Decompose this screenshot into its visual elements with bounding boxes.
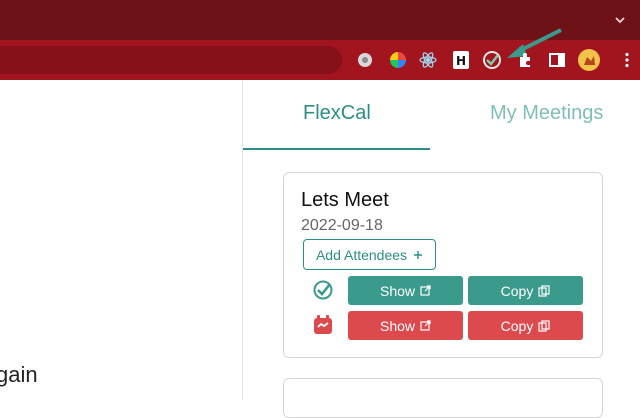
copy-label: Copy	[500, 282, 534, 299]
meeting-title: Lets Meet	[301, 189, 389, 211]
chevron-down-icon[interactable]	[612, 12, 628, 28]
meeting-date: 2022-09-18	[301, 217, 383, 234]
copy-calendar-button[interactable]: Copy	[468, 311, 583, 340]
show-calendar-button[interactable]: Show	[348, 311, 463, 340]
tab-flexcal[interactable]: FlexCal	[303, 102, 371, 125]
tab-my-meetings[interactable]: My Meetings	[490, 102, 603, 125]
copy-label: Copy	[500, 317, 534, 334]
active-tab-indicator	[243, 148, 430, 150]
add-attendees-label: Add Attendees	[315, 246, 408, 263]
flexcal-check-icon[interactable]	[482, 50, 502, 70]
meeting-card: Lets Meet 2022-09-18 Add Attendees Show …	[283, 172, 603, 358]
copy-flexcal-button[interactable]: Copy	[468, 276, 583, 305]
partial-left-text: gain	[0, 362, 38, 387]
calendar-handshake-icon	[312, 314, 334, 336]
show-label: Show	[379, 282, 416, 299]
meeting-card-partial	[283, 378, 603, 418]
more-menu-icon[interactable]	[624, 52, 630, 68]
address-bar[interactable]	[0, 46, 342, 74]
show-flexcal-button[interactable]: Show	[348, 276, 463, 305]
copy-icon	[538, 284, 550, 297]
generic-extension-icon[interactable]	[355, 50, 375, 70]
page-content: gain FlexCal My Meetings Lets Meet 2022-…	[0, 80, 640, 418]
react-atom-icon[interactable]	[418, 50, 438, 70]
external-link-icon	[420, 320, 431, 331]
panel-divider	[242, 80, 243, 400]
external-link-icon	[420, 285, 431, 296]
show-label: Show	[379, 317, 416, 334]
svg-text:H: H	[456, 54, 466, 68]
profile-avatar-icon[interactable]	[578, 49, 600, 71]
add-attendees-button[interactable]: Add Attendees	[303, 239, 436, 270]
browser-toolbar: H	[0, 28, 640, 80]
puzzle-extensions-icon[interactable]	[515, 50, 535, 70]
plus-icon	[414, 250, 423, 259]
copy-icon	[538, 319, 550, 332]
side-panel-icon[interactable]	[547, 50, 567, 70]
color-wheel-icon[interactable]	[388, 50, 408, 70]
flexcal-check-icon	[312, 279, 334, 301]
h-letter-icon[interactable]: H	[451, 50, 471, 70]
